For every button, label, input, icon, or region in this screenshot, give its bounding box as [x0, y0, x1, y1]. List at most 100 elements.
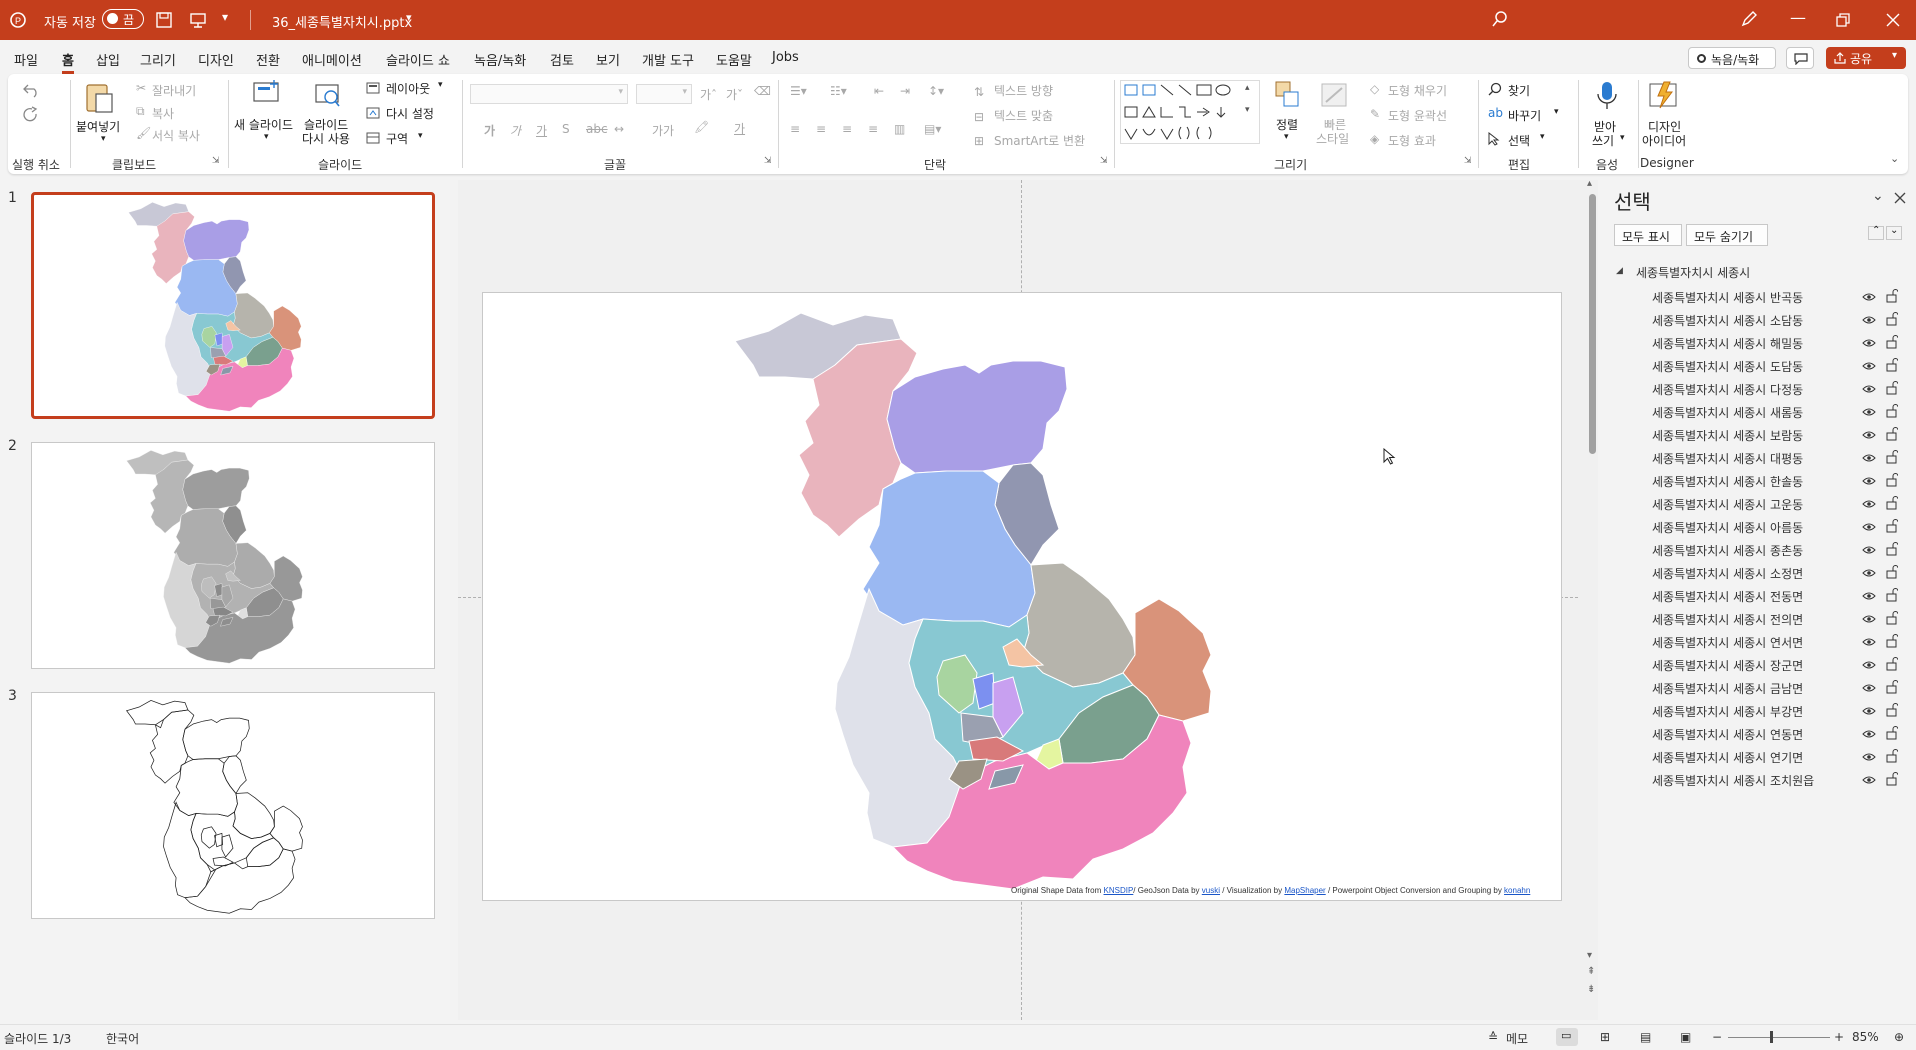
char-spacing-icon[interactable]: ↔ [614, 122, 624, 136]
show-all-button[interactable]: 모두 표시 [1614, 224, 1682, 246]
layer-name[interactable]: 세종특별자치시 세종시 조치원읍 [1652, 772, 1814, 789]
layer-name[interactable]: 세종특별자치시 세종시 장군면 [1652, 657, 1803, 674]
bullets-icon[interactable]: ☰▾ [790, 84, 807, 98]
layer-row[interactable]: 세종특별자치시 세종시 대평동 [1600, 448, 1916, 468]
unlock-icon[interactable] [1886, 381, 1898, 395]
unlock-icon[interactable] [1886, 611, 1898, 625]
visibility-eye-icon[interactable] [1862, 476, 1876, 486]
layer-row[interactable]: 세종특별자치시 세종시 고운동 [1600, 494, 1916, 514]
bring-forward-button[interactable]: ⌃ [1868, 225, 1884, 240]
tab-insert[interactable]: 삽입 [96, 50, 120, 69]
visibility-eye-icon[interactable] [1862, 522, 1876, 532]
layer-name[interactable]: 세종특별자치시 세종시 새롬동 [1652, 404, 1803, 421]
font-color-icon[interactable]: 가 [734, 120, 745, 137]
comments-button[interactable] [1786, 47, 1814, 69]
slide-thumbnail-1[interactable] [31, 192, 435, 419]
dialog-launcher-icon[interactable]: ⇲ [212, 156, 220, 166]
numbering-icon[interactable]: ☷▾ [830, 84, 847, 98]
credit-link-mapshaper[interactable]: MapShaper [1284, 886, 1325, 895]
visibility-eye-icon[interactable] [1862, 614, 1876, 624]
chevron-down-icon[interactable]: ▾ [1284, 132, 1289, 142]
tab-draw[interactable]: 그리기 [140, 50, 176, 69]
tab-jobs[interactable]: Jobs [772, 50, 799, 65]
chevron-down-icon[interactable]: ⌄ [1872, 188, 1884, 204]
undo-icon[interactable] [22, 82, 44, 98]
customize-qat-icon[interactable]: ▾ [222, 10, 228, 24]
close-icon[interactable] [1886, 13, 1900, 27]
layer-name[interactable]: 세종특별자치시 세종시 보람동 [1652, 427, 1803, 444]
microphone-icon[interactable] [1596, 80, 1618, 112]
justify-icon[interactable]: ≡ [868, 122, 878, 136]
find-button[interactable]: 찾기 [1508, 82, 1530, 99]
layer-name[interactable]: 세종특별자치시 세종시 소담동 [1652, 312, 1803, 329]
unlock-icon[interactable] [1886, 335, 1898, 349]
scrollbar-thumb[interactable] [1589, 194, 1596, 454]
layer-name[interactable]: 세종특별자치시 세종시 대평동 [1652, 450, 1803, 467]
cut-button[interactable]: 잘라내기 [152, 82, 196, 99]
zoom-slider-thumb[interactable] [1770, 1031, 1773, 1043]
layer-row[interactable]: 세종특별자치시 세종시 소담동 [1600, 310, 1916, 330]
section-button[interactable]: 구역 [386, 130, 408, 147]
distribute-icon[interactable]: ▥ [894, 122, 905, 136]
unlock-icon[interactable] [1886, 772, 1898, 786]
tab-developer[interactable]: 개발 도구 [642, 50, 694, 69]
visibility-eye-icon[interactable] [1862, 499, 1876, 509]
slide-thumbnail-2[interactable] [31, 442, 435, 669]
unlock-icon[interactable] [1886, 542, 1898, 556]
paste-button[interactable]: 붙여넣기 [76, 118, 120, 135]
quick-styles-label-2[interactable]: 스타일 [1316, 130, 1349, 147]
dialog-launcher-icon[interactable]: ⇲ [1100, 156, 1108, 166]
visibility-eye-icon[interactable] [1862, 568, 1876, 578]
chevron-down-icon[interactable]: ▾ [1554, 107, 1559, 117]
layer-row[interactable]: 세종특별자치시 세종시 연동면 [1600, 724, 1916, 744]
visibility-eye-icon[interactable] [1862, 775, 1876, 785]
select-button[interactable]: 선택 [1508, 132, 1530, 149]
designer-icon[interactable] [1648, 80, 1678, 110]
visibility-eye-icon[interactable] [1862, 660, 1876, 670]
layer-name[interactable]: 세종특별자치시 세종시 전의면 [1652, 611, 1803, 628]
notes-button[interactable]: 메모 [1506, 1030, 1528, 1047]
search-icon[interactable] [1492, 11, 1508, 27]
dialog-launcher-icon[interactable]: ⇲ [1464, 156, 1472, 166]
visibility-eye-icon[interactable] [1862, 683, 1876, 693]
layer-name[interactable]: 세종특별자치시 세종시 종촌동 [1652, 542, 1803, 559]
tab-record[interactable]: 녹음/녹화 [474, 50, 526, 69]
vertical-scrollbar[interactable]: ▴ ▾ ⇞ ⇟ [1586, 178, 1598, 1020]
shape-outline-button[interactable]: 도형 윤곽선 [1388, 107, 1447, 124]
tab-transitions[interactable]: 전환 [256, 50, 280, 69]
arrange-icon[interactable] [1274, 80, 1302, 110]
file-name[interactable]: 36_세종특별자치시.pptx [272, 12, 412, 31]
layer-name[interactable]: 세종특별자치시 세종시 연동면 [1652, 726, 1803, 743]
visibility-eye-icon[interactable] [1862, 407, 1876, 417]
text-direction-button[interactable]: 텍스트 방향 [994, 82, 1053, 99]
next-slide-icon[interactable]: ⇟ [1587, 984, 1595, 995]
visibility-eye-icon[interactable] [1862, 706, 1876, 716]
bold-icon[interactable]: 가 [484, 122, 495, 139]
visibility-eye-icon[interactable] [1862, 637, 1876, 647]
new-slide-button[interactable]: 새 슬라이드 [234, 116, 293, 133]
layer-row[interactable]: 세종특별자치시 세종시 금남면 [1600, 678, 1916, 698]
quick-styles-icon[interactable] [1320, 82, 1350, 110]
line-spacing-icon[interactable]: ↕▾ [928, 84, 944, 98]
shape-effects-button[interactable]: 도형 효과 [1388, 132, 1436, 149]
autosave-toggle[interactable]: 끔 [102, 9, 144, 29]
visibility-eye-icon[interactable] [1862, 338, 1876, 348]
slide-canvas[interactable]: Original Shape Data from KNSDIP/ GeoJson… [482, 292, 1562, 901]
pen-icon[interactable] [1740, 10, 1758, 28]
visibility-eye-icon[interactable] [1862, 453, 1876, 463]
unlock-icon[interactable] [1886, 450, 1898, 464]
share-button[interactable]: 공유 ▾ [1826, 47, 1906, 69]
layer-name[interactable]: 세종특별자치시 세종시 아름동 [1652, 519, 1803, 536]
layer-name[interactable]: 세종특별자치시 세종시 고운동 [1652, 496, 1803, 513]
layer-name[interactable]: 세종특별자치시 세종시 연서면 [1652, 634, 1803, 651]
credit-link-vuski[interactable]: vuski [1202, 886, 1220, 895]
align-text-button[interactable]: 텍스트 맞춤 [994, 107, 1053, 124]
unlock-icon[interactable] [1886, 726, 1898, 740]
fit-to-window-icon[interactable]: ⊕ [1894, 1030, 1904, 1044]
unlock-icon[interactable] [1886, 427, 1898, 441]
shrink-font-icon[interactable]: 가ˇ [726, 86, 743, 103]
replace-button[interactable]: 바꾸기 [1508, 107, 1541, 124]
grow-font-icon[interactable]: 가ˆ [700, 86, 717, 103]
send-backward-button[interactable]: ⌄ [1886, 225, 1902, 240]
font-name-box[interactable]: ▾ [470, 84, 628, 104]
